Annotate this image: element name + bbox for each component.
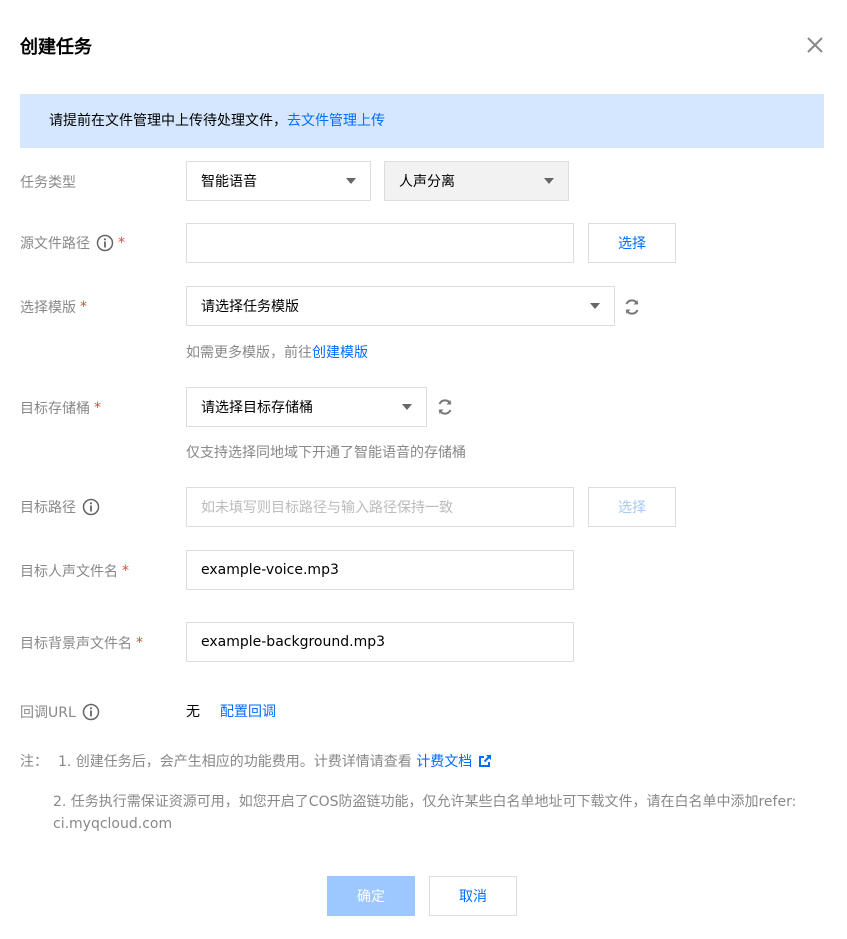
- file-manager-link[interactable]: 去文件管理上传: [287, 113, 385, 129]
- required-mark: *: [118, 235, 125, 251]
- task-type-label: 任务类型: [20, 172, 76, 192]
- notice-banner: 请提前在文件管理中上传待处理文件，去文件管理上传: [20, 94, 824, 148]
- target-path-label: 目标路径: [20, 497, 100, 517]
- info-icon[interactable]: [82, 498, 100, 516]
- chevron-down-icon: [402, 404, 412, 410]
- info-icon[interactable]: [96, 234, 114, 252]
- note-item-1: 1. 创建任务后，会产生相应的功能费用。计费详情请查看 计费文档: [58, 751, 492, 773]
- billing-doc-link-text: 计费文档: [416, 754, 473, 770]
- configure-callback-link[interactable]: 配置回调: [220, 701, 276, 721]
- info-icon[interactable]: [82, 703, 100, 721]
- target-path-label-text: 目标路径: [20, 500, 76, 516]
- target-bucket-select[interactable]: 请选择目标存储桶: [186, 387, 427, 427]
- callback-label: 回调URL: [20, 702, 100, 722]
- refresh-icon[interactable]: [435, 397, 455, 417]
- voice-file-label-text: 目标人声文件名: [20, 564, 118, 580]
- target-path-select-button[interactable]: 选择: [588, 487, 676, 527]
- callback-label-text: 回调URL: [20, 705, 76, 721]
- note-prefix: 注：: [20, 754, 48, 770]
- target-path-placeholder: 如未填写则目标路径与输入路径保持一致: [201, 500, 453, 516]
- target-bucket-select-value: 请选择目标存储桶: [201, 400, 313, 416]
- background-file-input[interactable]: example-background.mp3: [186, 622, 574, 662]
- required-mark: *: [80, 299, 87, 315]
- source-path-label-text: 源文件路径: [20, 236, 90, 252]
- template-label: 选择模版 *: [20, 297, 87, 317]
- required-mark: *: [122, 563, 129, 579]
- chevron-down-icon: [590, 303, 600, 309]
- background-file-label: 目标背景声文件名 *: [20, 633, 143, 653]
- voice-file-value: example-voice.mp3: [201, 562, 339, 578]
- target-bucket-label: 目标存储桶 *: [20, 398, 101, 418]
- template-hint-text: 如需更多模版，前往: [186, 345, 312, 361]
- template-select[interactable]: 请选择任务模版: [186, 286, 615, 326]
- external-link-icon: [478, 753, 492, 767]
- task-type-select-value: 智能语音: [201, 174, 257, 190]
- task-type-label-text: 任务类型: [20, 175, 76, 191]
- task-subtype-select[interactable]: 人声分离: [384, 161, 569, 201]
- target-bucket-label-text: 目标存储桶: [20, 401, 90, 417]
- chevron-down-icon: [544, 178, 554, 184]
- note-item-2: 2. 任务执行需保证资源可用，如您开启了COS防盗链功能，仅允许某些白名单地址可…: [53, 794, 797, 832]
- cancel-button[interactable]: 取消: [429, 876, 517, 916]
- billing-doc-link[interactable]: 计费文档: [416, 754, 492, 770]
- required-mark: *: [136, 635, 143, 651]
- callback-value: 无: [186, 704, 200, 720]
- notice-text: 请提前在文件管理中上传待处理文件，: [49, 113, 287, 129]
- background-file-value: example-background.mp3: [201, 634, 385, 650]
- background-file-label-text: 目标背景声文件名: [20, 636, 132, 652]
- task-type-select[interactable]: 智能语音: [186, 161, 371, 201]
- confirm-button[interactable]: 确定: [327, 876, 415, 916]
- target-bucket-hint: 仅支持选择同地域下开通了智能语音的存储桶: [186, 445, 466, 461]
- template-select-value: 请选择任务模版: [201, 299, 299, 315]
- refresh-icon[interactable]: [622, 297, 642, 317]
- dialog-title: 创建任务: [20, 37, 92, 58]
- chevron-down-icon: [346, 178, 356, 184]
- required-mark: *: [94, 400, 101, 416]
- voice-file-input[interactable]: example-voice.mp3: [186, 550, 574, 590]
- template-hint: 如需更多模版，前往创建模版: [186, 342, 368, 362]
- voice-file-label: 目标人声文件名 *: [20, 561, 129, 581]
- source-path-label: 源文件路径 *: [20, 233, 125, 253]
- task-subtype-select-value: 人声分离: [399, 174, 455, 190]
- template-label-text: 选择模版: [20, 300, 76, 316]
- close-icon[interactable]: [804, 34, 826, 56]
- source-path-input[interactable]: [186, 223, 574, 263]
- source-path-select-button[interactable]: 选择: [588, 223, 676, 263]
- target-path-input[interactable]: 如未填写则目标路径与输入路径保持一致: [186, 487, 574, 527]
- note-item-1-text: 1. 创建任务后，会产生相应的功能费用。计费详情请查看: [58, 754, 412, 770]
- create-template-link[interactable]: 创建模版: [312, 345, 368, 361]
